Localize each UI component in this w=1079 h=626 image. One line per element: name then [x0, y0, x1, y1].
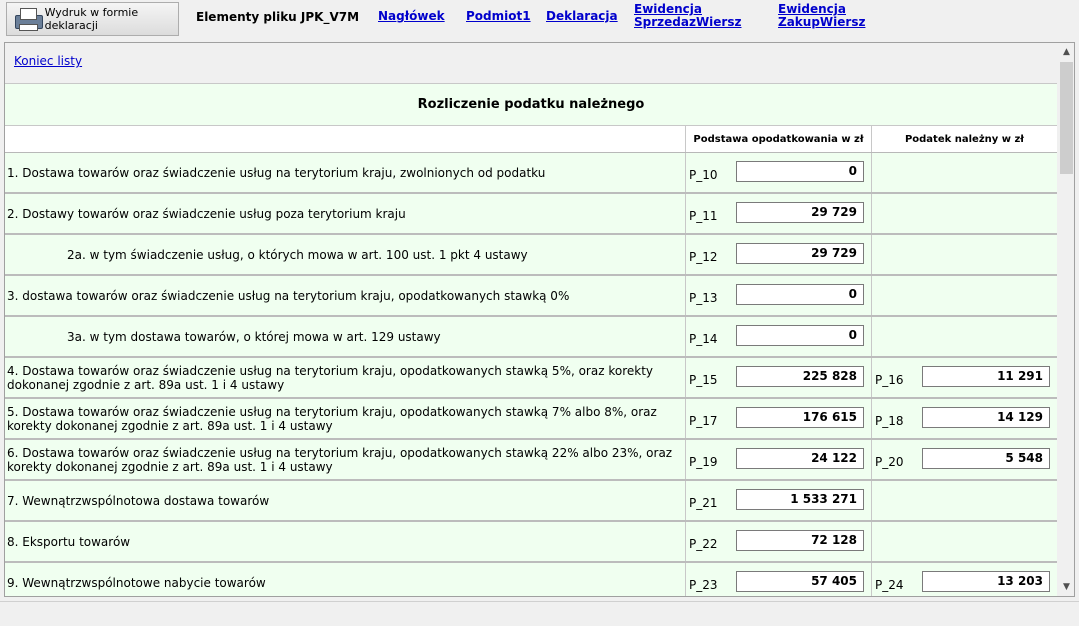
column-header-tax: Podatek należny w zł: [871, 126, 1057, 152]
tax-cell: [871, 235, 1057, 274]
base-cell: P_17 176 615: [685, 399, 871, 438]
row-description: 4. Dostawa towarów oraz świadczenie usłu…: [7, 363, 654, 392]
tax-cell: P_20 5 548: [871, 440, 1057, 479]
field-code: P_24: [875, 578, 904, 592]
tax-cell: [871, 481, 1057, 520]
row-description: 5. Dostawa towarów oraz świadczenie usłu…: [7, 404, 657, 433]
printer-icon: [13, 7, 43, 31]
table-row: 8. Eksportu towarów P_22 72 128: [5, 522, 1057, 563]
field-code: P_19: [689, 455, 718, 469]
tax-cell: [871, 153, 1057, 192]
row-description: 3. dostawa towarów oraz świadczenie usłu…: [7, 288, 570, 303]
table-row: 2a. w tym świadczenie usług, o których m…: [5, 235, 1057, 276]
field-code: P_12: [689, 250, 718, 264]
scroll-down-arrow-icon[interactable]: ▼: [1058, 578, 1074, 595]
row-description: 2. Dostawy towarów oraz świadczenie usłu…: [7, 206, 406, 221]
tax-amount-field[interactable]: 5 548: [922, 448, 1050, 469]
print-button-label: Wydruk w formie deklaracji: [44, 6, 139, 32]
base-amount-field[interactable]: 1 533 271: [736, 489, 864, 510]
field-code: P_14: [689, 332, 718, 346]
field-code: P_20: [875, 455, 904, 469]
base-cell: P_23 57 405: [685, 563, 871, 596]
base-cell: P_21 1 533 271: [685, 481, 871, 520]
scroll-up-arrow-icon[interactable]: ▲: [1058, 43, 1074, 60]
base-cell: P_10 0: [685, 153, 871, 192]
base-amount-field[interactable]: 24 122: [736, 448, 864, 469]
nav-link-podmiot1[interactable]: Podmiot1: [466, 10, 531, 23]
base-amount-field[interactable]: 72 128: [736, 530, 864, 551]
tax-amount-field[interactable]: 14 129: [922, 407, 1050, 428]
row-description: 6. Dostawa towarów oraz świadczenie usłu…: [7, 445, 673, 474]
table-row: 2. Dostawy towarów oraz świadczenie usłu…: [5, 194, 1057, 235]
tax-amount-field[interactable]: 11 291: [922, 366, 1050, 387]
base-amount-field[interactable]: 29 729: [736, 202, 864, 223]
row-description: 7. Wewnątrzwspólnotowa dostawa towarów: [7, 493, 270, 508]
base-amount-field[interactable]: 0: [736, 284, 864, 305]
base-amount-field[interactable]: 0: [736, 325, 864, 346]
status-bar: [0, 601, 1079, 626]
base-cell: P_11 29 729: [685, 194, 871, 233]
toolbar: Wydruk w formie deklaracji Elementy plik…: [0, 0, 1079, 42]
base-amount-field[interactable]: 29 729: [736, 243, 864, 264]
table-row: 5. Dostawa towarów oraz świadczenie usłu…: [5, 399, 1057, 440]
nav-link-ewidencja-zakup[interactable]: Ewidencja ZakupWiersz: [778, 3, 865, 29]
field-code: P_23: [689, 578, 718, 592]
table-row: 9. Wewnątrzwspólnotowe nabycie towarów P…: [5, 563, 1057, 596]
row-description: 9. Wewnątrzwspólnotowe nabycie towarów: [7, 575, 266, 590]
table-row: 3. dostawa towarów oraz świadczenie usłu…: [5, 276, 1057, 317]
tax-cell: P_18 14 129: [871, 399, 1057, 438]
field-code: P_22: [689, 537, 718, 551]
tax-cell: [871, 317, 1057, 356]
tax-table: Rozliczenie podatku należnego Podstawa o…: [5, 83, 1057, 596]
field-code: P_11: [689, 209, 718, 223]
row-description: 2a. w tym świadczenie usług, o których m…: [67, 247, 528, 262]
table-row: 7. Wewnątrzwspólnotowa dostawa towarów P…: [5, 481, 1057, 522]
table-row: 1. Dostawa towarów oraz świadczenie usłu…: [5, 153, 1057, 194]
column-header-base: Podstawa opodatkowania w zł: [685, 126, 871, 152]
nav-link-ewidencja-sprzedaz-line2: SprzedazWiersz: [634, 15, 742, 29]
tax-cell: P_16 11 291: [871, 358, 1057, 397]
tax-cell: [871, 522, 1057, 561]
field-code: P_15: [689, 373, 718, 387]
base-cell: P_15 225 828: [685, 358, 871, 397]
field-code: P_13: [689, 291, 718, 305]
base-amount-field[interactable]: 225 828: [736, 366, 864, 387]
field-code: P_18: [875, 414, 904, 428]
table-row: 6. Dostawa towarów oraz świadczenie usłu…: [5, 440, 1057, 481]
tax-cell: [871, 194, 1057, 233]
scrollbar-thumb[interactable]: [1060, 62, 1073, 174]
base-amount-field[interactable]: 0: [736, 161, 864, 182]
base-amount-field[interactable]: 176 615: [736, 407, 864, 428]
table-header-row: Podstawa opodatkowania w zł Podatek nale…: [5, 126, 1057, 153]
nav-link-ewidencja-sprzedaz[interactable]: Ewidencja SprzedazWiersz: [634, 3, 741, 29]
field-code: P_21: [689, 496, 718, 510]
row-description: 1. Dostawa towarów oraz świadczenie usłu…: [7, 165, 546, 180]
nav-link-naglowek[interactable]: Nagłówek: [378, 10, 445, 23]
row-description: 8. Eksportu towarów: [7, 534, 131, 549]
row-description: 3a. w tym dostawa towarów, o której mowa…: [67, 329, 441, 344]
vertical-scrollbar[interactable]: ▲ ▼: [1058, 43, 1074, 596]
base-cell: P_19 24 122: [685, 440, 871, 479]
nav-link-ewidencja-zakup-line2: ZakupWiersz: [778, 15, 866, 29]
end-of-list-link[interactable]: Koniec listy: [14, 54, 82, 68]
section-title: Rozliczenie podatku należnego: [417, 97, 645, 112]
base-cell: P_22 72 128: [685, 522, 871, 561]
field-code: P_17: [689, 414, 718, 428]
base-cell: P_12 29 729: [685, 235, 871, 274]
table-row: 3a. w tym dostawa towarów, o której mowa…: [5, 317, 1057, 358]
tax-cell: P_24 13 203: [871, 563, 1057, 596]
tax-cell: [871, 276, 1057, 315]
nav-link-deklaracja[interactable]: Deklaracja: [546, 10, 618, 23]
field-code: P_16: [875, 373, 904, 387]
table-row: 4. Dostawa towarów oraz świadczenie usłu…: [5, 358, 1057, 399]
section-title-row: Rozliczenie podatku należnego: [5, 83, 1057, 126]
tax-amount-field[interactable]: 13 203: [922, 571, 1050, 592]
toolbar-title: Elementy pliku JPK_V7M: [196, 10, 360, 24]
field-code: P_10: [689, 168, 718, 182]
base-amount-field[interactable]: 57 405: [736, 571, 864, 592]
print-declaration-button[interactable]: Wydruk w formie deklaracji: [6, 2, 179, 36]
base-cell: P_14 0: [685, 317, 871, 356]
base-cell: P_13 0: [685, 276, 871, 315]
declaration-panel: Koniec listy Rozliczenie podatku należne…: [4, 42, 1075, 597]
